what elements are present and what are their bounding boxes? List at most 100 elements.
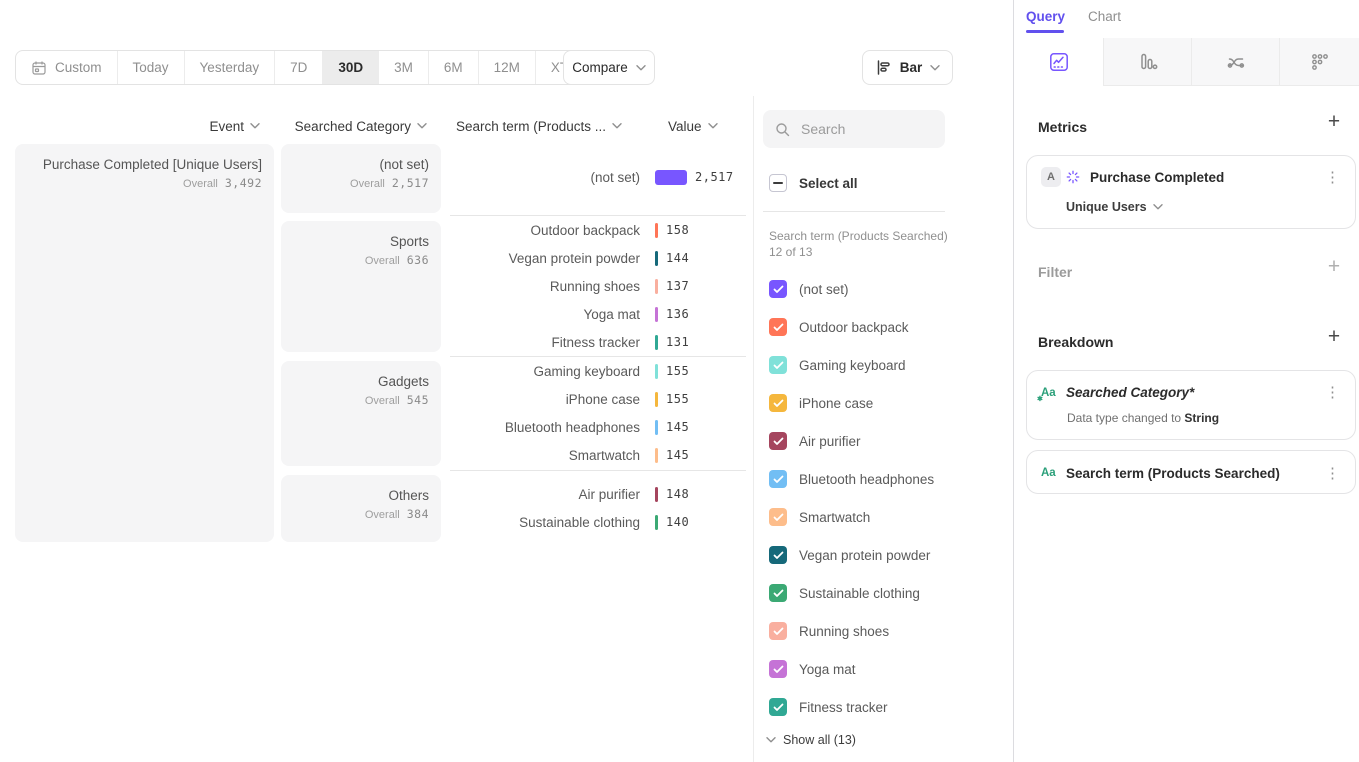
table-row-yoga-mat[interactable]: Yoga mat136 [450,300,750,328]
date-range-7d[interactable]: 7D [275,51,323,84]
value-bar [655,487,658,502]
row-term-label: Running shoes [450,279,640,294]
table-row-gaming-keyboard[interactable]: Gaming keyboard155 [450,357,750,385]
search-input[interactable] [799,120,919,138]
checkbox-vegan-protein-powder[interactable] [769,546,787,564]
date-range-label: 30D [338,60,363,75]
filter-item-running-shoes[interactable]: Running shoes [763,619,889,643]
filter-item-label: Bluetooth headphones [799,472,934,487]
table-row-vegan-protein-powder[interactable]: Vegan protein powder144 [450,244,750,272]
column-header-searched-category[interactable]: Searched Category [281,118,427,134]
filter-item-iphone-case[interactable]: iPhone case [763,391,873,415]
select-all-checkbox[interactable] [769,174,787,192]
date-range-30d[interactable]: 30D [323,51,379,84]
breakdown-options-icon[interactable]: ⋮ [1322,464,1343,483]
category-name: Others [365,487,429,505]
category-cell-gadgets[interactable]: GadgetsOverall545 [281,361,441,466]
filter-item-label: iPhone case [799,396,873,411]
filter-item-sustainable-clothing[interactable]: Sustainable clothing [763,581,920,605]
viz-tab-retention[interactable] [1279,38,1359,86]
filter-item-air-purifier[interactable]: Air purifier [763,429,861,453]
category-overall: Overall636 [365,253,429,267]
date-range-today[interactable]: Today [118,51,185,84]
checkbox-sustainable-clothing[interactable] [769,584,787,602]
checkbox-air-purifier[interactable] [769,432,787,450]
table-row-not-set[interactable]: (not set)2,517 [450,163,750,191]
breakdown-card-search-term[interactable]: Aa Search term (Products Searched) ⋮ [1026,450,1356,494]
add-breakdown-button[interactable]: + [1326,328,1342,346]
row-value: 145 [666,448,689,462]
filter-item-yoga-mat[interactable]: Yoga mat [763,657,856,681]
chart-type-button[interactable]: Bar [862,50,953,85]
table-row-sustainable-clothing[interactable]: Sustainable clothing140 [450,508,750,536]
metric-options-icon[interactable]: ⋮ [1322,168,1343,187]
chevron-down-icon [417,123,427,129]
filter-item-vegan-protein-powder[interactable]: Vegan protein powder [763,543,930,567]
breakdown-section-title: Breakdown [1038,334,1113,350]
compare-label: Compare [572,60,628,75]
viz-tab-flows[interactable] [1191,38,1279,86]
filter-item-smartwatch[interactable]: Smartwatch [763,505,870,529]
compare-button[interactable]: Compare [563,50,655,85]
table-row-outdoor-backpack[interactable]: Outdoor backpack158 [450,216,750,244]
show-all-label: Show all (13) [783,733,856,747]
rows-group-others: Air purifier148Sustainable clothing140 [450,480,750,536]
add-metric-button[interactable]: + [1326,113,1342,131]
select-all-row[interactable]: Select all [763,174,858,192]
filter-item-outdoor-backpack[interactable]: Outdoor backpack [763,315,909,339]
filter-item-label: Gaming keyboard [799,358,906,373]
date-range-12m[interactable]: 12M [479,51,536,84]
column-header-event[interactable]: Event [15,118,260,134]
event-cell[interactable]: Purchase Completed [Unique Users] Overal… [15,144,274,542]
checkbox-fitness-tracker[interactable] [769,698,787,716]
column-header-value[interactable]: Value [668,118,718,134]
checkbox-smartwatch[interactable] [769,508,787,526]
category-cell-sports[interactable]: SportsOverall636 [281,221,441,352]
metric-card[interactable]: A Purchase Completed ⋮ Unique Users [1026,155,1356,229]
checkbox-outdoor-backpack[interactable] [769,318,787,336]
viz-tab-insights[interactable] [1014,38,1103,86]
tab-query[interactable]: Query [1026,9,1065,24]
chevron-down-icon [636,65,646,71]
date-range-3m[interactable]: 3M [379,51,429,84]
table-row-running-shoes[interactable]: Running shoes 137 [450,272,750,300]
table-row-iphone-case[interactable]: iPhone case155 [450,385,750,413]
date-range-custom[interactable]: Custom [16,51,118,84]
category-cell-others[interactable]: OthersOverall384 [281,475,441,542]
date-range-6m[interactable]: 6M [429,51,479,84]
date-range-label: 3M [394,60,413,75]
row-term-label: iPhone case [450,392,640,407]
category-cell-not-set[interactable]: (not set)Overall2,517 [281,144,441,213]
filter-item-label: Smartwatch [799,510,870,525]
category-overall: Overall545 [365,393,429,407]
breakdown-name: Search term (Products Searched) [1066,466,1280,481]
table-row-bluetooth-headphones[interactable]: Bluetooth headphones145 [450,413,750,441]
table-row-smartwatch[interactable]: Smartwatch145 [450,441,750,469]
table-row-fitness-tracker[interactable]: Fitness tracker131 [450,328,750,356]
checkbox-iphone-case[interactable] [769,394,787,412]
chevron-down-icon [708,123,718,129]
filter-item-not-set[interactable]: (not set) [763,277,849,301]
filter-item-gaming-keyboard[interactable]: Gaming keyboard [763,353,906,377]
row-value: 131 [666,335,689,349]
filter-section-title: Filter [1038,264,1072,280]
table-row-air-purifier[interactable]: Air purifier148 [450,480,750,508]
filter-item-bluetooth-headphones[interactable]: Bluetooth headphones [763,467,934,491]
column-header-search-term[interactable]: Search term (Products ... [456,118,622,134]
breakdown-options-icon[interactable]: ⋮ [1322,383,1343,402]
metric-measurement-label: Unique Users [1066,200,1147,214]
show-all-button[interactable]: Show all (13) [766,733,856,747]
checkbox-running-shoes[interactable] [769,622,787,640]
checkbox-gaming-keyboard[interactable] [769,356,787,374]
checkbox-not-set[interactable] [769,280,787,298]
checkbox-bluetooth-headphones[interactable] [769,470,787,488]
tab-chart[interactable]: Chart [1088,9,1121,24]
metric-measurement-dropdown[interactable]: Unique Users [1066,200,1163,214]
filter-item-fitness-tracker[interactable]: Fitness tracker [763,695,888,719]
row-value: 137 [666,279,689,293]
breakdown-card-searched-category[interactable]: Aa✱ Searched Category* ⋮ Data type chang… [1026,370,1356,440]
checkbox-yoga-mat[interactable] [769,660,787,678]
date-range-yesterday[interactable]: Yesterday [185,51,276,84]
add-filter-button[interactable]: + [1326,258,1342,276]
viz-tab-funnels[interactable] [1103,38,1191,86]
